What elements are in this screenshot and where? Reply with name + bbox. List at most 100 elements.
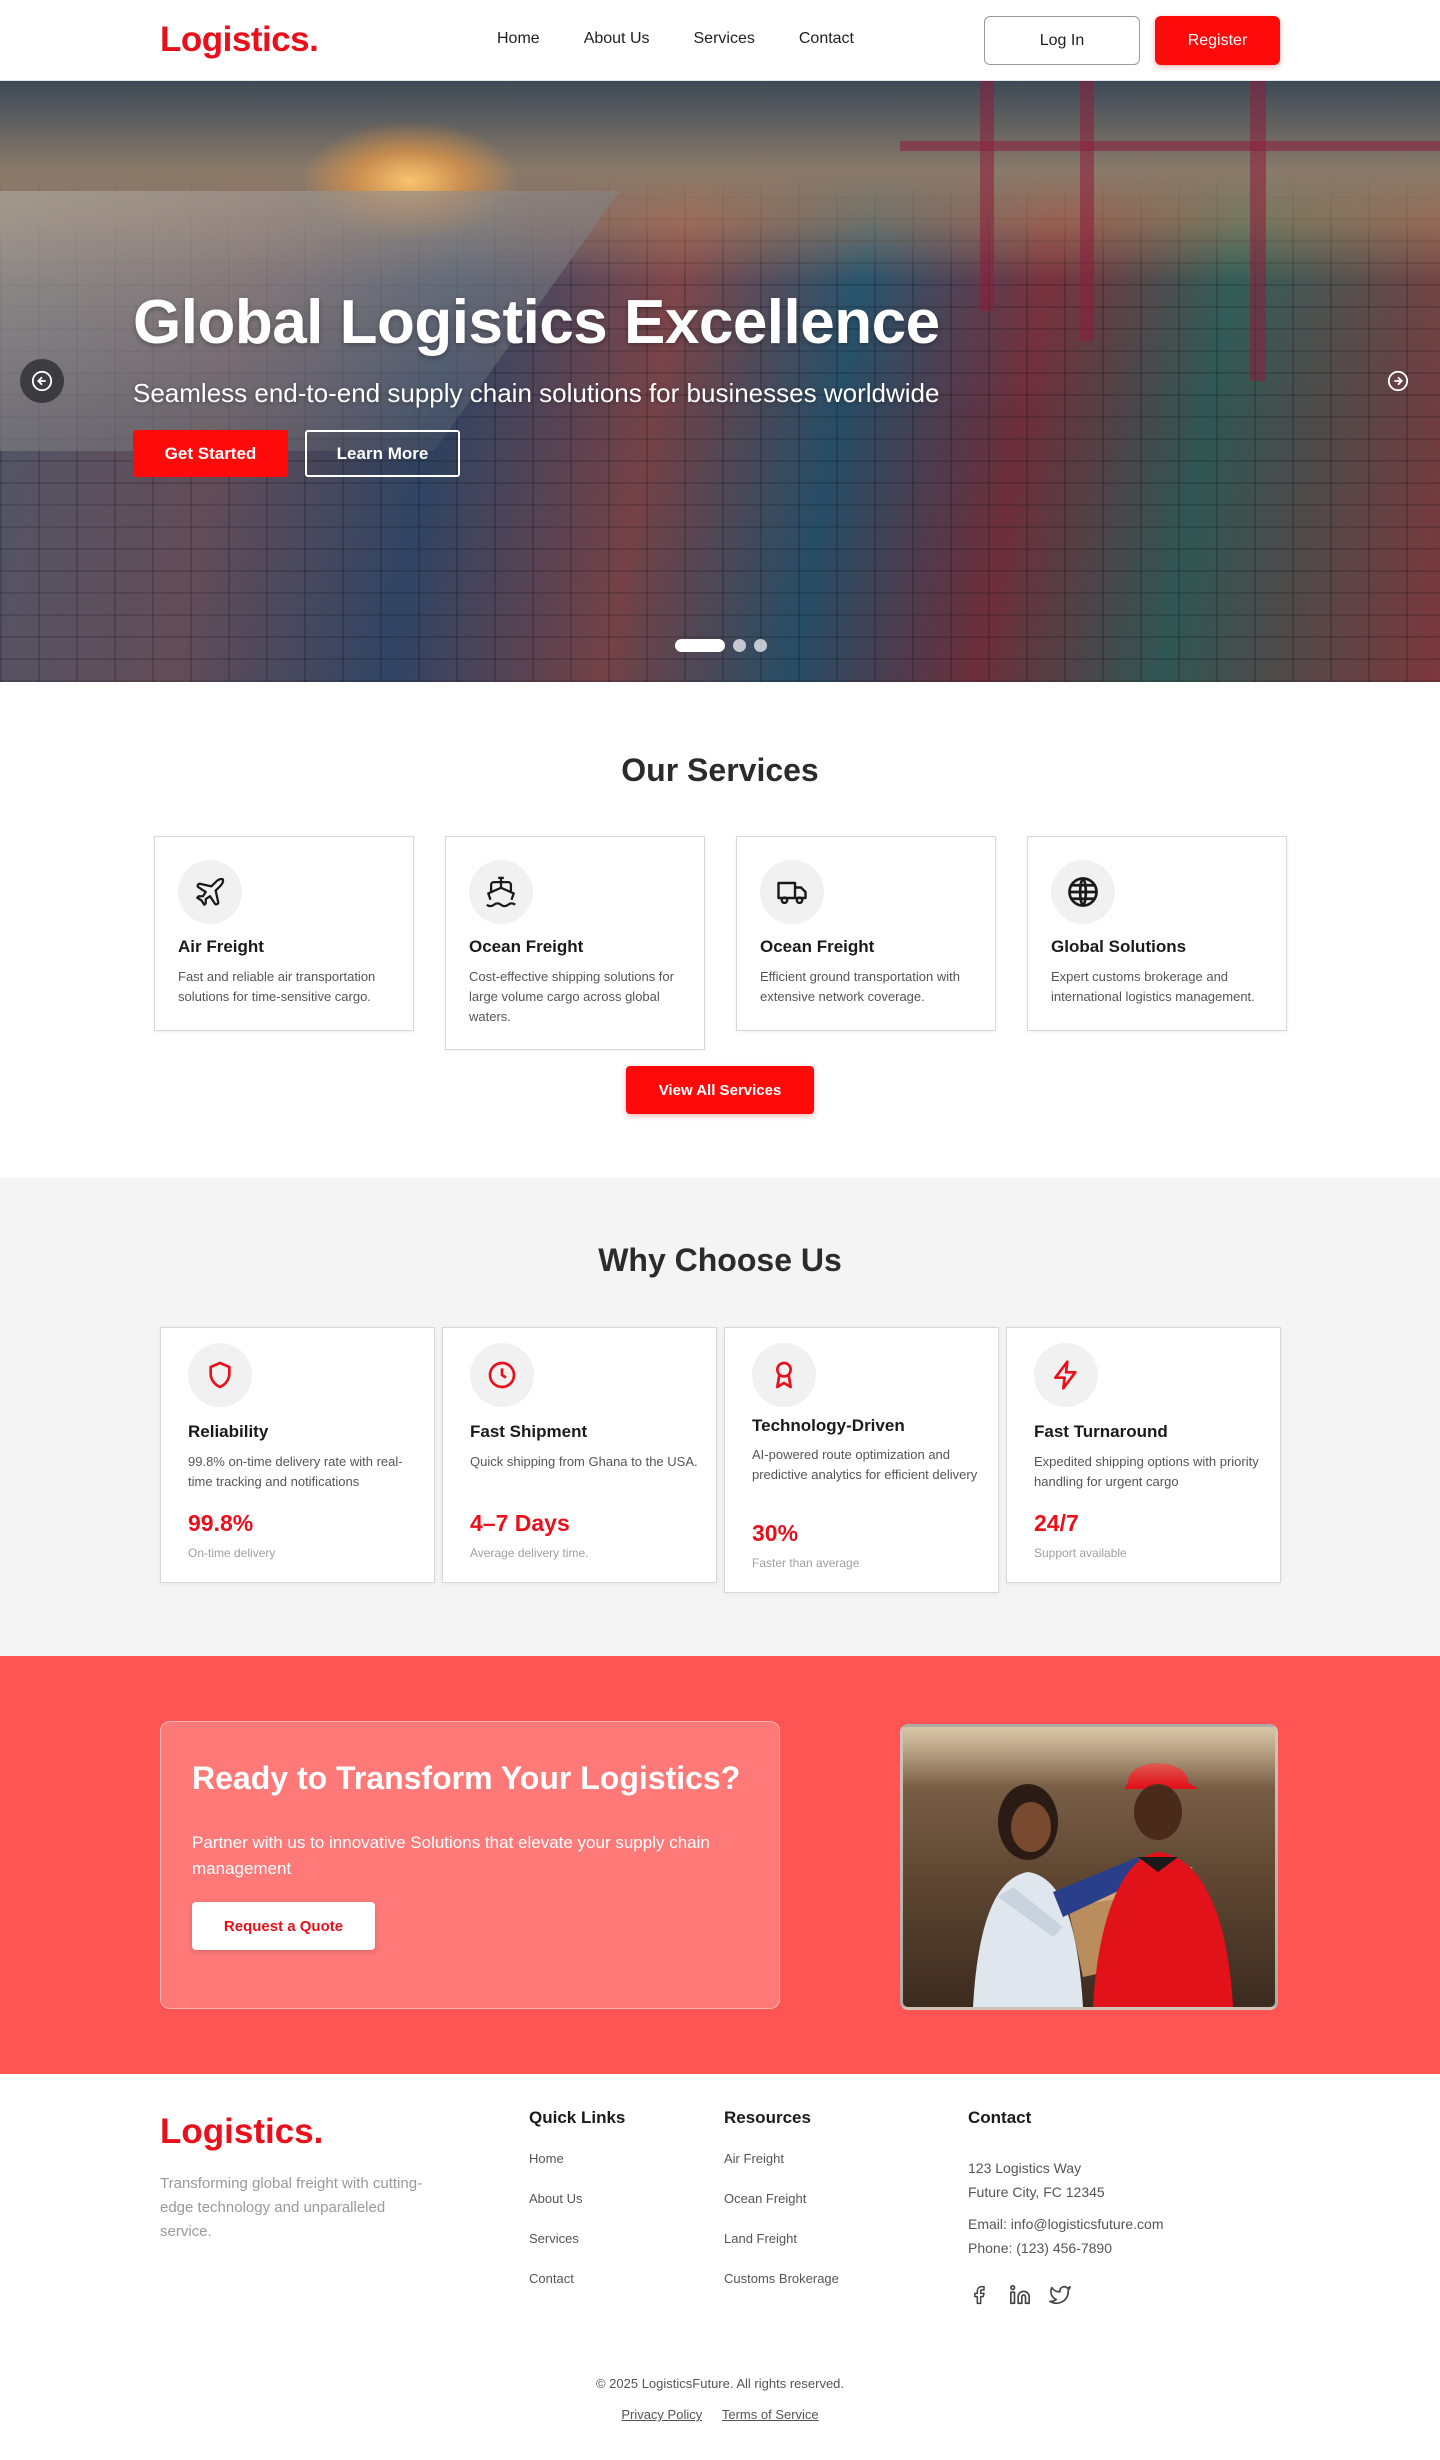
service-card-air-freight[interactable]: Air Freight Fast and reliable air transp… xyxy=(154,836,414,1031)
why-card-fast-shipment: Fast Shipment Quick shipping from Ghana … xyxy=(442,1327,717,1583)
service-card-global-solutions[interactable]: Global Solutions Expert customs brokerag… xyxy=(1027,836,1287,1031)
footer-link-about-us[interactable]: About Us xyxy=(529,2191,582,2206)
footer-link-land-freight[interactable]: Land Freight xyxy=(724,2231,797,2246)
service-description: Efficient ground transportation with ext… xyxy=(760,969,960,1004)
legal-links: Privacy Policy Terms of Service xyxy=(0,2407,1440,2422)
service-name: Ocean Freight xyxy=(760,937,875,956)
why-icon-wrap xyxy=(470,1343,534,1407)
footer-link-services[interactable]: Services xyxy=(529,2231,579,2246)
globe-icon xyxy=(1068,877,1098,907)
login-button[interactable]: Log In xyxy=(984,16,1140,65)
carousel-dot[interactable] xyxy=(733,639,746,652)
address-line-2: Future City, FC 12345 xyxy=(968,2184,1105,2200)
terms-of-service-link[interactable]: Terms of Service xyxy=(722,2407,819,2422)
why-description: 99.8% on-time delivery rate with real-ti… xyxy=(188,1454,403,1489)
service-icon-wrap xyxy=(178,860,242,924)
why-name: Fast Shipment xyxy=(470,1422,588,1441)
why-name: Reliability xyxy=(188,1422,269,1441)
resources-title: Resources xyxy=(724,2108,811,2127)
why-icon-wrap xyxy=(1034,1343,1098,1407)
nav-services[interactable]: Services xyxy=(694,30,755,48)
footer-link-ocean-freight[interactable]: Ocean Freight xyxy=(724,2191,806,2206)
why-stat-caption: Faster than average xyxy=(752,1556,860,1570)
carousel-dot[interactable] xyxy=(754,639,767,652)
why-stat-value: 24/7 xyxy=(1034,1510,1079,1536)
main-nav: Home About Us Services Contact xyxy=(497,30,898,48)
service-name: Ocean Freight xyxy=(469,937,584,956)
why-choose-us-section: Why Choose Us Reliability 99.8% on-time … xyxy=(0,1178,1440,1656)
why-stat-caption: On-time delivery xyxy=(188,1546,276,1560)
delivery-photo xyxy=(900,1724,1278,2010)
footer-link-air-freight[interactable]: Air Freight xyxy=(724,2151,784,2166)
get-started-button[interactable]: Get Started xyxy=(133,430,288,477)
copyright: © 2025 LogisticsFuture. All rights reser… xyxy=(595,2376,845,2391)
crane-leg xyxy=(980,81,994,311)
facebook-icon xyxy=(974,2285,985,2305)
request-quote-button[interactable]: Request a Quote xyxy=(192,1902,375,1950)
footer-link-customs-brokerage[interactable]: Customs Brokerage xyxy=(724,2271,839,2286)
cta-title: Ready to Transform Your Logistics? xyxy=(192,1760,741,1796)
clock-icon xyxy=(488,1361,516,1389)
why-icon-wrap xyxy=(752,1343,816,1407)
award-icon xyxy=(776,1361,792,1389)
ship-icon xyxy=(486,876,516,908)
service-description: Cost-effective shipping solutions for la… xyxy=(469,969,674,1024)
why-description: Expedited shipping options with priority… xyxy=(1034,1454,1259,1489)
why-description: AI-powered route optimization and predic… xyxy=(752,1447,978,1482)
crane-leg xyxy=(1250,81,1266,381)
twitter-icon xyxy=(1049,2285,1071,2305)
carousel-next-button[interactable] xyxy=(1384,367,1412,395)
facebook-link[interactable] xyxy=(967,2283,991,2307)
footer-logo[interactable]: Logistics. xyxy=(160,2112,323,2152)
hero-banner: Global Logistics Excellence Seamless end… xyxy=(0,81,1440,682)
cta-section: Ready to Transform Your Logistics? Partn… xyxy=(0,1656,1440,2074)
why-stat-value: 99.8% xyxy=(188,1510,254,1536)
why-icon-wrap xyxy=(188,1343,252,1407)
service-name: Air Freight xyxy=(178,937,264,956)
cta-text: Partner with us to innovative Solutions … xyxy=(192,1833,710,1878)
contact-email[interactable]: Email: info@logisticsfuture.com xyxy=(968,2212,1164,2236)
linkedin-link[interactable] xyxy=(1008,2283,1032,2307)
footer-link-contact[interactable]: Contact xyxy=(529,2271,574,2286)
why-card-technology-driven: Technology-Driven AI-powered route optim… xyxy=(724,1327,999,1593)
learn-more-button[interactable]: Learn More xyxy=(305,430,460,477)
why-description: Quick shipping from Ghana to the USA. xyxy=(470,1454,698,1469)
privacy-policy-link[interactable]: Privacy Policy xyxy=(621,2407,702,2422)
nav-contact[interactable]: Contact xyxy=(799,30,854,48)
register-button[interactable]: Register xyxy=(1155,16,1280,65)
contact-phone[interactable]: Phone: (123) 456-7890 xyxy=(968,2236,1112,2260)
contact-title: Contact xyxy=(968,2108,1032,2127)
twitter-link[interactable] xyxy=(1048,2283,1072,2307)
carousel-indicators xyxy=(675,639,767,652)
truck-icon xyxy=(777,881,807,905)
airplane-icon xyxy=(196,877,225,906)
why-stat-value: 4–7 Days xyxy=(470,1510,570,1536)
service-card-ocean-freight[interactable]: Ocean Freight Cost-effective shipping so… xyxy=(445,836,705,1050)
why-stat-caption: Support available xyxy=(1034,1546,1127,1560)
crane-beam xyxy=(900,141,1440,151)
why-card-fast-turnaround: Fast Turnaround Expedited shipping optio… xyxy=(1006,1327,1281,1583)
address-line-1: 123 Logistics Way xyxy=(968,2160,1082,2176)
cta-panel: Ready to Transform Your Logistics? Partn… xyxy=(160,1721,780,2009)
nav-home[interactable]: Home xyxy=(497,30,540,48)
nav-about-us[interactable]: About Us xyxy=(584,30,650,48)
carousel-dot-active[interactable] xyxy=(675,639,725,652)
service-icon-wrap xyxy=(1051,860,1115,924)
service-card-ground-freight[interactable]: Ocean Freight Efficient ground transport… xyxy=(736,836,996,1031)
shield-icon xyxy=(209,1361,231,1389)
why-name: Fast Turnaround xyxy=(1034,1422,1168,1441)
lightning-icon xyxy=(1054,1360,1077,1390)
footer-link-home[interactable]: Home xyxy=(529,2151,564,2166)
why-title: Why Choose Us xyxy=(598,1242,842,1278)
photo-ceiling-light xyxy=(903,1727,1275,1787)
view-all-services-button[interactable]: View All Services xyxy=(626,1066,814,1114)
service-description: Fast and reliable air transportation sol… xyxy=(178,969,376,1004)
service-icon-wrap xyxy=(469,860,533,924)
logo[interactable]: Logistics. xyxy=(160,20,319,60)
service-name: Global Solutions xyxy=(1051,937,1187,956)
why-stat-value: 30% xyxy=(752,1520,799,1546)
footer-tagline: Transforming global freight with cutting… xyxy=(160,2175,423,2240)
why-stat-caption: Average delivery time. xyxy=(470,1546,589,1560)
carousel-prev-button[interactable] xyxy=(20,359,64,403)
why-name: Technology-Driven xyxy=(752,1416,905,1435)
